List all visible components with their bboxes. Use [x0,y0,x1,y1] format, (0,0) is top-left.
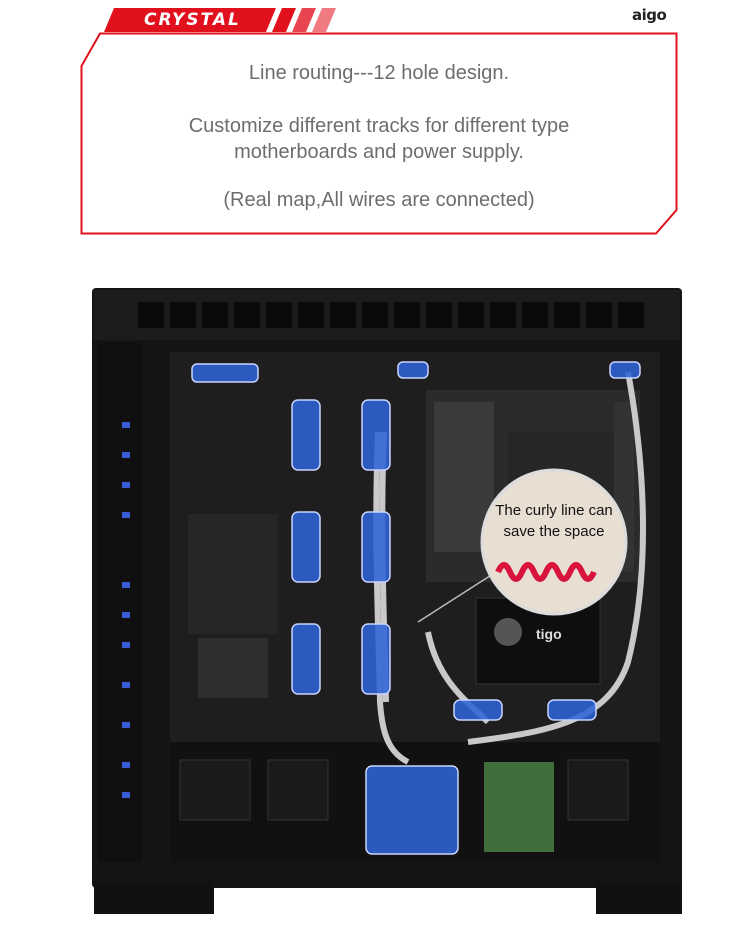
ssd-label: tigo [536,626,562,642]
cable-hole-marker [291,399,321,471]
customize-text: Customize different tracks for different… [80,113,678,165]
real-map-note: (Real map,All wires are connected) [223,189,535,211]
cable-hole-marker [291,511,321,583]
cable-hole-marker [397,361,429,379]
cable-hole-marker [361,623,391,695]
customize-line-1: Customize different tracks for different… [188,115,570,137]
callout-text: The curly line can save the space [484,500,624,542]
drive-cage [188,514,278,634]
callout-line-2: save the space [503,523,605,540]
brand-logo: aigo [632,6,667,24]
cable-hole-marker [365,765,459,855]
cable-hole-marker [453,699,503,721]
description-text: Line routing---12 hole design. Customize… [80,32,678,235]
header-banner: CRYSTAL [104,8,344,32]
cable-hole-marker [361,511,391,583]
cable-hole-marker [609,361,641,379]
customize-line-2: motherboards and power supply. [234,141,524,163]
cable-hole-marker [291,623,321,695]
case-photo: tigo [88,282,686,922]
cable-hole-marker [361,399,391,471]
cable-hole-marker [191,363,259,383]
cable-hole-marker [547,699,597,721]
tiger-logo-icon [494,618,522,646]
callout-line-1: The curly line can [495,502,613,519]
line-routing-text: Line routing---12 hole design. [248,62,510,84]
banner-title: CRYSTAL [144,10,241,30]
